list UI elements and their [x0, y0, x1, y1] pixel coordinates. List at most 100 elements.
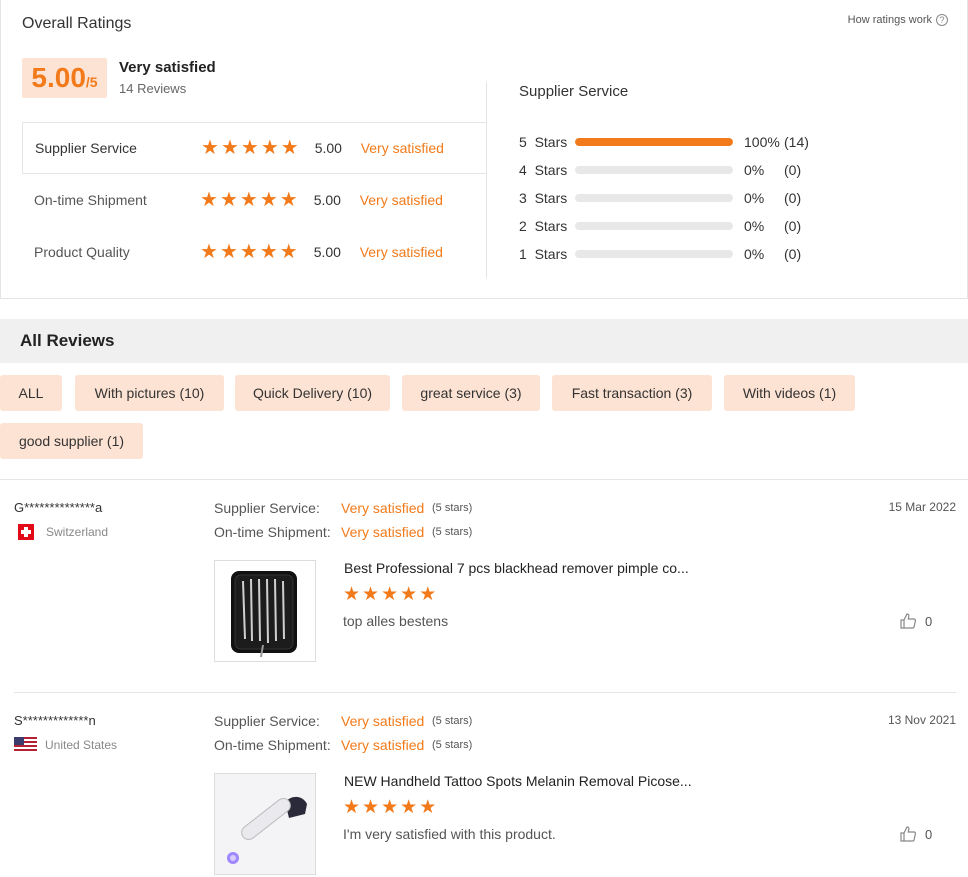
- thumbs-up-icon: [900, 826, 917, 842]
- distribution-label: 3 Stars: [519, 190, 568, 206]
- reviewer-country: Switzerland: [14, 524, 108, 540]
- star-icon: ★: [343, 797, 361, 818]
- star-icon: ★: [419, 797, 437, 818]
- distribution-percent: 0%: [744, 246, 765, 262]
- distribution-row-2: 2 Stars 0% (0): [519, 212, 839, 240]
- overall-ratings-panel: Overall Ratings How ratings work ? 5.00 …: [0, 0, 968, 299]
- supplier-service-value: Very satisfied: [341, 500, 425, 516]
- distribution-title: Supplier Service: [519, 83, 629, 100]
- star-icon: ★: [201, 137, 219, 159]
- filter-chip-with-videos[interactable]: With videos (1): [724, 375, 855, 411]
- distribution-row-1: 1 Stars 0% (0): [519, 240, 839, 268]
- distribution-count: (0): [784, 218, 802, 234]
- star-icon: ★: [259, 241, 278, 263]
- distribution-percent: 100%: [744, 134, 780, 150]
- star-icon: ★: [239, 241, 258, 263]
- filter-chip-all[interactable]: ALL: [0, 375, 62, 411]
- vertical-divider: [486, 82, 487, 278]
- country-name: United States: [45, 738, 118, 752]
- star-icon: ★: [239, 189, 258, 211]
- overall-score-badge: 5.00 /5: [22, 58, 107, 98]
- distribution-bar: [575, 222, 733, 230]
- star-icon: ★: [343, 584, 361, 605]
- star-icon: ★: [362, 797, 380, 818]
- star-icon: ★: [400, 584, 418, 605]
- distribution-row-4: 4 Stars 0% (0): [519, 156, 839, 184]
- review-stars: ★ ★ ★ ★ ★: [343, 585, 436, 605]
- distribution-row-5: 5 Stars 100% (14): [519, 128, 839, 156]
- product-thumbnail[interactable]: [214, 560, 316, 662]
- star-icon: ★: [219, 189, 238, 211]
- overall-ratings-title: Overall Ratings: [22, 15, 132, 32]
- like-button[interactable]: 0: [899, 612, 932, 630]
- distribution-count: (14): [784, 134, 809, 150]
- on-time-shipment-label: On-time Shipment:: [214, 524, 331, 540]
- sub-rating-stars: ★ ★ ★ ★ ★: [201, 138, 299, 158]
- distribution-percent: 0%: [744, 190, 765, 206]
- distribution-count: (0): [784, 190, 802, 206]
- star-icon: ★: [200, 241, 218, 263]
- blackhead-tool-kit-image: [231, 571, 297, 658]
- like-count: 0: [925, 613, 933, 629]
- distribution-label: 5 Stars: [519, 134, 568, 150]
- distribution-bar: [575, 166, 733, 174]
- star-icon: ★: [240, 137, 259, 159]
- supplier-service-stars: (5 stars): [432, 502, 473, 514]
- sub-rating-label: On-time Shipment: [34, 192, 147, 208]
- product-title-link[interactable]: NEW Handheld Tattoo Spots Melanin Remova…: [344, 773, 694, 789]
- rating-distribution: 5 Stars 100% (14) 4 Stars 0% (0) 3 Stars…: [519, 128, 839, 268]
- switzerland-flag-icon: [18, 524, 34, 540]
- star-icon: ★: [280, 137, 299, 159]
- distribution-label: 1 Stars: [519, 246, 568, 262]
- product-thumbnail[interactable]: [214, 773, 316, 875]
- filter-chip-great-service[interactable]: great service (3): [402, 375, 540, 411]
- tattoo-removal-pen-image: [215, 774, 315, 874]
- review-count: 14 Reviews: [119, 81, 187, 96]
- distribution-percent: 0%: [744, 218, 765, 234]
- sub-rating-desc: Very satisfied: [359, 244, 443, 260]
- review-stars: ★ ★ ★ ★ ★: [343, 798, 436, 818]
- sub-rating-stars: ★ ★ ★ ★ ★: [200, 242, 298, 262]
- reviewer-country: United States: [14, 737, 117, 753]
- reviewer-name: G**************a: [14, 500, 103, 515]
- star-icon: ★: [200, 189, 218, 211]
- product-title-link[interactable]: Best Professional 7 pcs blackhead remove…: [344, 560, 694, 576]
- star-icon: ★: [259, 189, 278, 211]
- star-icon: ★: [279, 241, 298, 263]
- distribution-label: 4 Stars: [519, 162, 568, 178]
- filter-chip-with-pictures[interactable]: With pictures (10): [75, 375, 224, 411]
- sub-rating-on-time-shipment[interactable]: On-time Shipment ★ ★ ★ ★ ★ 5.00 Very satisfi…: [22, 174, 487, 226]
- star-icon: ★: [220, 137, 239, 159]
- like-button[interactable]: 0: [899, 825, 932, 843]
- review-item: G**************a Switzerland Supplier Se…: [0, 500, 968, 670]
- sub-rating-desc: Very satisfied: [359, 192, 443, 208]
- filter-chip-quick-delivery[interactable]: Quick Delivery (10): [235, 375, 390, 411]
- filter-chip-good-supplier[interactable]: good supplier (1): [0, 423, 143, 459]
- reviews-divider: [0, 479, 968, 480]
- review-date: 15 Mar 2022: [888, 500, 956, 514]
- distribution-percent: 0%: [744, 162, 765, 178]
- star-icon: ★: [362, 584, 380, 605]
- supplier-service-label: Supplier Service:: [214, 713, 320, 729]
- overall-score-suffix: /5: [85, 74, 98, 90]
- supplier-service-stars: (5 stars): [432, 715, 473, 727]
- star-icon: ★: [260, 137, 279, 159]
- distribution-bar: [575, 194, 733, 202]
- sub-rating-stars: ★ ★ ★ ★ ★: [200, 190, 298, 210]
- all-reviews-header: All Reviews: [0, 319, 968, 363]
- filter-chip-fast-transaction[interactable]: Fast transaction (3): [552, 375, 712, 411]
- sub-rating-supplier-service[interactable]: Supplier Service ★ ★ ★ ★ ★ 5.00 Very satisfi…: [22, 122, 487, 174]
- review-comment: I'm very satisfied with this product.: [343, 826, 556, 842]
- sub-rating-product-quality[interactable]: Product Quality ★ ★ ★ ★ ★ 5.00 Very satisfie…: [22, 226, 487, 278]
- review-comment: top alles bestens: [343, 613, 449, 629]
- sub-rating-label: Supplier Service: [35, 140, 137, 156]
- distribution-count: (0): [784, 246, 802, 262]
- on-time-shipment-value: Very satisfied: [341, 524, 425, 540]
- on-time-shipment-value: Very satisfied: [341, 737, 425, 753]
- reviewer-name: S*************n: [14, 713, 96, 728]
- how-ratings-work-label: How ratings work: [847, 14, 932, 26]
- review-divider: [14, 692, 956, 693]
- how-ratings-work-link[interactable]: How ratings work ?: [848, 14, 948, 26]
- on-time-shipment-label: On-time Shipment:: [214, 737, 331, 753]
- sub-rating-label: Product Quality: [34, 244, 130, 260]
